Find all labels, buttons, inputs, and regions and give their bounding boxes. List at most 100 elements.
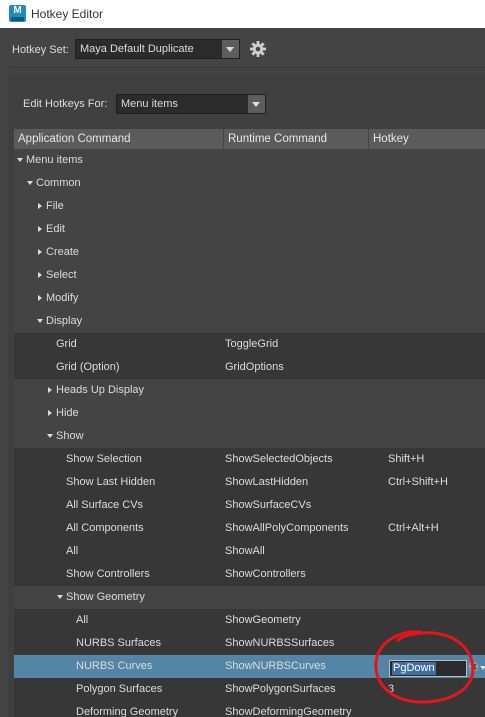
edit-hotkeys-for-value: Menu items [121,98,178,110]
runtime-command-label: ShowDeformingGeometry [225,706,352,717]
maya-logo-icon: M [9,5,26,22]
application-command-label: Common [36,177,81,189]
tree-row-menu-items[interactable]: Menu items [14,149,485,172]
runtime-command-label: ShowSelectedObjects [225,453,333,465]
runtime-command-label: ShowAll [225,545,265,557]
tree-row-polygon-surfaces[interactable]: Polygon Surfaces ShowPolygonSurfaces 3 [14,678,485,701]
tree-row-grid[interactable]: Grid ToggleGrid [14,333,485,356]
application-command-label: Deforming Geometry [76,706,179,717]
collapsed-arrow-icon[interactable] [36,241,46,264]
hotkey-label[interactable]: Ctrl+Shift+H [388,471,448,494]
application-command-label: All [76,614,89,626]
tree-row-show-geometry[interactable]: Show Geometry [14,586,485,609]
runtime-command-label: ShowSurfaceCVs [225,499,312,511]
tree-row-all[interactable]: All ShowAll [14,540,485,563]
hotkey-label[interactable]: 3 [388,678,394,701]
edit-hotkeys-for-label: Edit Hotkeys For: [23,98,108,110]
runtime-command-label: GridOptions [225,361,284,373]
tree-row-show-selection[interactable]: Show Selection ShowSelectedObjects Shift+H [14,448,485,471]
application-command-label: Hide [56,407,79,419]
application-command-label: Display [46,315,83,327]
tree-header: Application Command Runtime Command Hotk… [14,129,485,149]
application-command-label: Select [46,269,77,281]
hotkey-options-chevron-icon[interactable] [480,666,485,670]
application-command-label: All [66,545,79,557]
collapsed-arrow-icon[interactable] [36,264,46,287]
application-command-label: NURBS Surfaces [76,637,161,649]
hotkey-label[interactable]: Shift+H [388,448,424,471]
tree-row-display[interactable]: Display [14,310,485,333]
tree-row-select[interactable]: Select [14,264,485,287]
window-title: Hotkey Editor [31,7,104,21]
tree-row-show-controllers[interactable]: Show Controllers ShowControllers [14,563,485,586]
application-command-label: Show Geometry [66,591,145,603]
application-command-label: Heads Up Display [56,384,145,396]
column-header-runtime-command[interactable]: Runtime Command [224,129,369,149]
runtime-command-label: ToggleGrid [225,338,279,350]
tree-row-show-last-hidden[interactable]: Show Last Hidden ShowLastHidden Ctrl+Shift… [14,471,485,494]
clear-hotkey-icon[interactable] [468,661,479,672]
tree-row-grid-option[interactable]: Grid (Option) GridOptions [14,356,485,379]
expanded-arrow-icon[interactable] [16,149,26,172]
hotkey-label[interactable]: Ctrl+Alt+H [388,517,439,540]
application-command-label: Create [46,246,80,258]
application-command-label: File [46,200,64,212]
tree-row-edit[interactable]: Edit [14,218,485,241]
tree-row-modify[interactable]: Modify [14,287,485,310]
runtime-command-label: ShowNURBSCurves [225,660,326,672]
tree-row-show[interactable]: Show [14,425,485,448]
runtime-command-label: ShowPolygonSurfaces [225,683,336,695]
tree-row-file[interactable]: File [14,195,485,218]
expanded-arrow-icon[interactable] [26,172,36,195]
tree-row-hide[interactable]: Hide [14,402,485,425]
application-command-label: Edit [46,223,65,235]
collapsed-arrow-icon[interactable] [36,195,46,218]
tree-row-create[interactable]: Create [14,241,485,264]
collapsed-arrow-icon[interactable] [46,402,56,425]
tree-row-common[interactable]: Common [14,172,485,195]
expanded-arrow-icon[interactable] [56,586,66,609]
runtime-command-label: ShowControllers [225,568,306,580]
application-command-label: All Components [66,522,144,534]
runtime-command-label: ShowGeometry [225,614,301,626]
application-command-label: Show Last Hidden [66,476,156,488]
hotkey-tree[interactable]: Application Command Runtime Command Hotk… [14,129,485,717]
window-titlebar: M Hotkey Editor [0,0,485,28]
collapsed-arrow-icon[interactable] [36,287,46,310]
column-header-application-command[interactable]: Application Command [14,129,224,149]
chevron-down-icon[interactable] [248,95,265,113]
tree-row-deforming-geometry[interactable]: Deforming Geometry ShowDeformingGeometry [14,701,485,717]
hotkey-edit-field[interactable]: PgDown [389,660,467,677]
tree-row-all-surface-cvs[interactable]: All Surface CVs ShowSurfaceCVs [14,494,485,517]
runtime-command-label: ShowNURBSSurfaces [225,637,335,649]
application-command-label: All Surface CVs [66,499,144,511]
application-command-label: Show [56,430,84,442]
tree-row-nurbs-surfaces[interactable]: NURBS Surfaces ShowNURBSSurfaces [14,632,485,655]
collapsed-arrow-icon[interactable] [46,379,56,402]
tree-row-all[interactable]: All ShowGeometry [14,609,485,632]
app-icon-letter: M [13,5,22,16]
app-icon-bar [11,17,24,21]
application-command-label: Menu items [26,154,83,166]
hotkey-set-label: Hotkey Set: [12,44,69,56]
collapsed-arrow-icon[interactable] [36,218,46,241]
column-header-hotkey[interactable]: Hotkey [369,129,485,149]
application-command-label: Grid [56,338,77,350]
chevron-down-icon[interactable] [222,40,239,58]
hotkey-set-dropdown[interactable]: Maya Default Duplicate [75,39,240,59]
tree-row-nurbs-curves[interactable]: NURBS Curves ShowNURBSCurves PgDown [14,655,485,678]
application-command-label: Show Controllers [66,568,150,580]
hotkey-edit-value: PgDown [392,662,436,675]
tree-row-all-components[interactable]: All Components ShowAllPolyComponents Ctrl+… [14,517,485,540]
gear-icon[interactable] [249,40,267,58]
expanded-arrow-icon[interactable] [36,310,46,333]
expanded-arrow-icon[interactable] [46,425,56,448]
hotkey-set-value: Maya Default Duplicate [80,43,194,55]
application-command-label: Polygon Surfaces [76,683,163,695]
runtime-command-label: ShowAllPolyComponents [225,522,349,534]
tree-row-heads-up-display[interactable]: Heads Up Display [14,379,485,402]
application-command-label: Modify [46,292,79,304]
edit-hotkeys-for-dropdown[interactable]: Menu items [116,94,266,114]
application-command-label: NURBS Curves [76,660,153,672]
application-command-label: Show Selection [66,453,142,465]
